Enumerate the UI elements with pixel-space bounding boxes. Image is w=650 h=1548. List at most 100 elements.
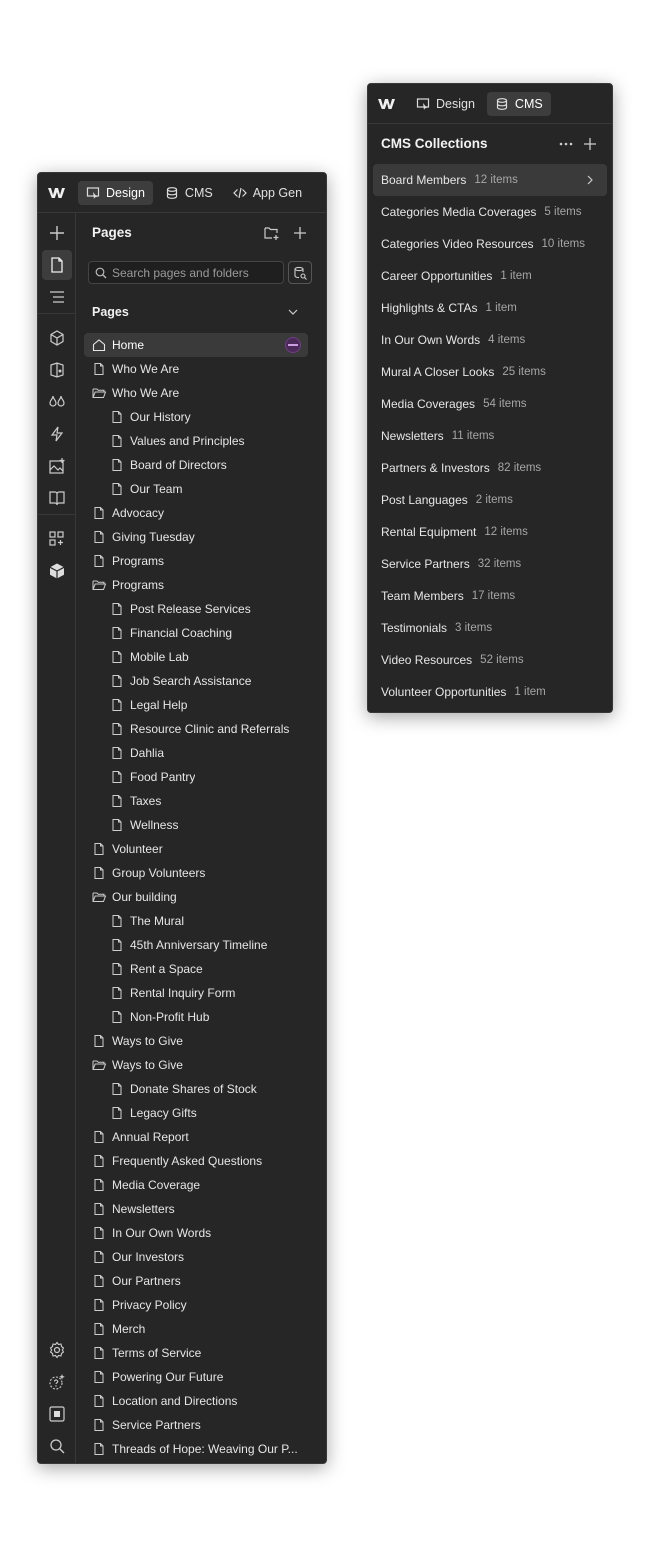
page-icon — [92, 1154, 106, 1168]
help-icon[interactable] — [42, 1367, 72, 1397]
page-item[interactable]: Non-Profit Hub — [84, 1005, 308, 1029]
page-item[interactable]: Giving Tuesday — [84, 525, 308, 549]
cms-collection-item[interactable]: Newsletters 11 items — [373, 420, 607, 452]
more-options-icon[interactable] — [556, 134, 576, 154]
cms-collection-item[interactable]: Testimonials 3 items — [373, 612, 607, 644]
page-item[interactable]: Home — [84, 333, 308, 357]
page-item[interactable]: Financial Coaching — [84, 621, 308, 645]
chevron-down-icon[interactable] — [286, 305, 300, 319]
apps-icon[interactable] — [42, 524, 72, 554]
page-item[interactable]: Annual Report — [84, 1125, 308, 1149]
page-item[interactable]: Volunteer — [84, 837, 308, 861]
page-item[interactable]: Values and Principles — [84, 429, 308, 453]
left-icon-rail — [38, 213, 76, 1463]
page-item[interactable]: The Mural — [84, 909, 308, 933]
tab-cms[interactable]: CMS — [157, 181, 221, 205]
page-item[interactable]: Ways to Give — [84, 1053, 308, 1077]
cms-collection-item[interactable]: Board Members 12 items — [373, 164, 607, 196]
cms-collection-item[interactable]: Categories Media Coverages 5 items — [373, 196, 607, 228]
cms-box-icon[interactable] — [42, 556, 72, 586]
page-item[interactable]: Dahlia — [84, 741, 308, 765]
pages-icon[interactable] — [42, 250, 72, 280]
page-item[interactable]: Resource Clinic and Referrals — [84, 717, 308, 741]
page-item[interactable]: Terms of Service — [84, 1341, 308, 1365]
cms-collection-item[interactable]: Highlights & CTAs 1 item — [373, 292, 607, 324]
publish-icon[interactable] — [42, 1463, 72, 1464]
cms-collection-item[interactable]: Career Opportunities 1 item — [373, 260, 607, 292]
page-item[interactable]: Newsletters — [84, 1197, 308, 1221]
tab-design[interactable]: Design — [408, 92, 483, 116]
page-item[interactable]: Board of Directors — [84, 453, 308, 477]
components-icon[interactable] — [42, 323, 72, 353]
cms-collection-item[interactable]: Volunteer Opportunities 1 item — [373, 676, 607, 708]
search-pages-input[interactable] — [112, 265, 282, 280]
library-icon[interactable] — [42, 483, 72, 513]
page-item[interactable]: Programs — [84, 573, 308, 597]
page-icon — [110, 650, 124, 664]
cms-collection-item[interactable]: Rental Equipment 12 items — [373, 516, 607, 548]
page-item[interactable]: Our Partners — [84, 1269, 308, 1293]
page-item[interactable]: Our History — [84, 405, 308, 429]
cms-collection-item[interactable]: In Our Own Words 4 items — [373, 324, 607, 356]
add-collection-icon[interactable] — [580, 134, 600, 154]
page-item[interactable]: Legacy Gifts — [84, 1101, 308, 1125]
page-item[interactable]: Mobile Lab — [84, 645, 308, 669]
cms-collection-item[interactable]: Categories Video Resources 10 items — [373, 228, 607, 260]
assets-icon[interactable] — [42, 451, 72, 481]
page-item[interactable]: Service Partners — [84, 1413, 308, 1437]
page-item[interactable]: Taxes — [84, 789, 308, 813]
page-item[interactable]: Who We Are — [84, 357, 308, 381]
page-item[interactable]: Our Team — [84, 477, 308, 501]
page-item[interactable]: Our Investors — [84, 1245, 308, 1269]
page-item[interactable]: Who We Are — [84, 381, 308, 405]
webflow-logo-icon[interactable] — [46, 182, 68, 204]
interactions-icon[interactable] — [42, 419, 72, 449]
cms-collection-item[interactable]: Service Partners 32 items — [373, 548, 607, 580]
navigator-icon[interactable] — [42, 282, 72, 312]
page-item[interactable]: Rent a Space — [84, 957, 308, 981]
page-item[interactable]: Group Volunteers — [84, 861, 308, 885]
variables-icon[interactable] — [42, 355, 72, 385]
page-item[interactable]: Legal Help — [84, 693, 308, 717]
page-item-label: Volunteer — [112, 842, 163, 856]
page-item[interactable]: Threads of Hope: Weaving Our P... — [84, 1437, 308, 1461]
page-item[interactable]: Our building — [84, 885, 308, 909]
page-status-badge[interactable] — [285, 337, 301, 353]
page-item[interactable]: Advocacy — [84, 501, 308, 525]
search-cms-button[interactable] — [288, 261, 312, 284]
stop-icon[interactable] — [42, 1399, 72, 1429]
add-folder-icon[interactable] — [262, 223, 282, 243]
page-item[interactable]: Location and Directions — [84, 1389, 308, 1413]
add-icon[interactable] — [42, 218, 72, 248]
tab-design[interactable]: Design — [78, 180, 153, 205]
tab-app-gen[interactable]: App Gen — [225, 181, 310, 205]
page-item[interactable]: Privacy Policy — [84, 1293, 308, 1317]
page-item[interactable]: Programs — [84, 549, 308, 573]
search-icon[interactable] — [42, 1431, 72, 1461]
cms-collection-item[interactable]: Video Resources 52 items — [373, 644, 607, 676]
page-item[interactable]: Media Coverage — [84, 1173, 308, 1197]
tab-cms[interactable]: CMS — [486, 91, 551, 116]
cms-collection-item[interactable]: Media Coverages 54 items — [373, 388, 607, 420]
cms-collection-item[interactable]: Mural A Closer Looks 25 items — [373, 356, 607, 388]
settings-icon[interactable] — [42, 1335, 72, 1365]
page-item[interactable]: In Our Own Words — [84, 1221, 308, 1245]
page-item[interactable]: Wellness — [84, 813, 308, 837]
top-bar: Design CMS App Gen — [38, 173, 326, 213]
page-item[interactable]: Food Pantry — [84, 765, 308, 789]
page-item[interactable]: Job Search Assistance — [84, 669, 308, 693]
page-item[interactable]: Ways to Give — [84, 1029, 308, 1053]
add-page-icon[interactable] — [290, 223, 310, 243]
page-item[interactable]: Powering Our Future — [84, 1365, 308, 1389]
cms-collection-item[interactable]: Team Members 17 items — [373, 580, 607, 612]
webflow-logo-icon[interactable] — [376, 93, 398, 115]
cms-collection-item[interactable]: Partners & Investors 82 items — [373, 452, 607, 484]
page-item[interactable]: Merch — [84, 1317, 308, 1341]
page-item[interactable]: Post Release Services — [84, 597, 308, 621]
page-item[interactable]: Rental Inquiry Form — [84, 981, 308, 1005]
page-item[interactable]: Donate Shares of Stock — [84, 1077, 308, 1101]
page-item[interactable]: 45th Anniversary Timeline — [84, 933, 308, 957]
styles-icon[interactable] — [42, 387, 72, 417]
page-item[interactable]: Frequently Asked Questions — [84, 1149, 308, 1173]
cms-collection-item[interactable]: Post Languages 2 items — [373, 484, 607, 516]
